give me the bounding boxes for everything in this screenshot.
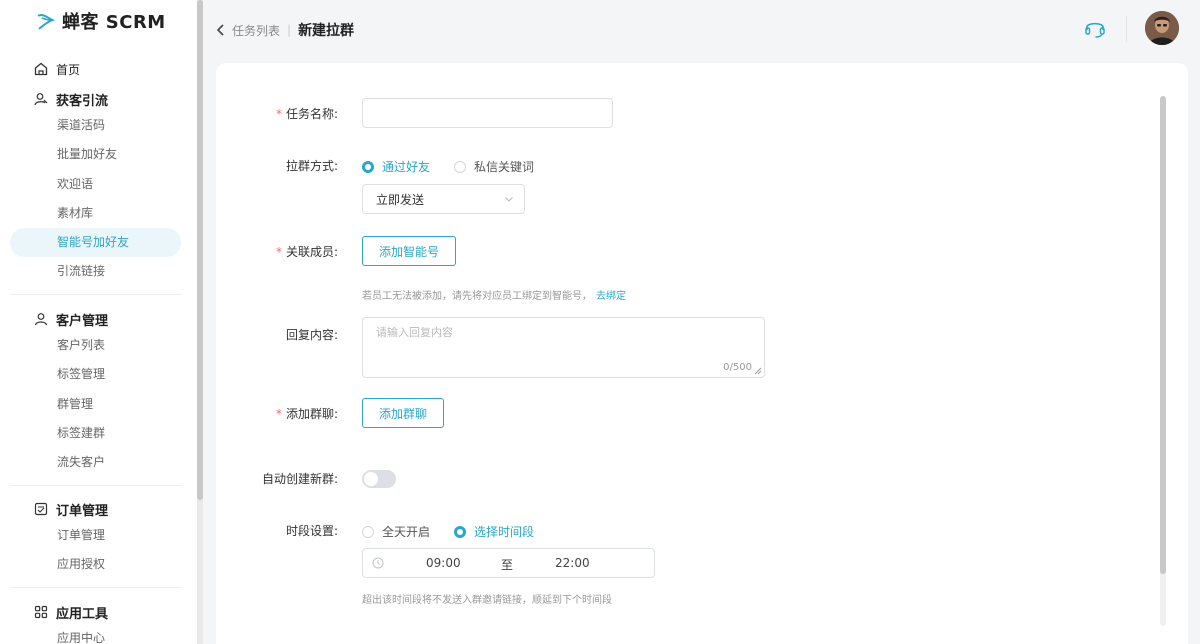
task-name-input[interactable] bbox=[362, 98, 613, 128]
sidebar-scrollbar[interactable] bbox=[197, 0, 203, 500]
members-hint: 若员工无法被添加，请先将对应员工绑定到智能号， 去绑定 bbox=[362, 291, 626, 302]
breadcrumb-parent[interactable]: 任务列表 bbox=[232, 22, 280, 39]
clock-icon bbox=[372, 557, 384, 569]
group-chat-label: * 添加群聊: bbox=[275, 407, 338, 421]
logo[interactable]: 蝉客 SCRM bbox=[36, 8, 166, 34]
radio-time-range[interactable]: 选择时间段 bbox=[454, 523, 534, 540]
members-label: * 关联成员: bbox=[275, 245, 338, 259]
radio-via-friend[interactable]: 通过好友 bbox=[362, 158, 430, 175]
sidebar-group-label: 客户管理 bbox=[56, 313, 109, 329]
sidebar-group-label: 获客引流 bbox=[56, 93, 109, 109]
chevron-left-icon[interactable] bbox=[215, 23, 227, 37]
end-time[interactable]: 22:00 bbox=[555, 556, 590, 570]
radio-all-day[interactable]: 全天开启 bbox=[362, 523, 430, 540]
radio-dot bbox=[454, 160, 466, 173]
breadcrumb-separator: | bbox=[287, 23, 292, 37]
content-scrollbar[interactable] bbox=[1160, 96, 1166, 574]
sidebar-item-smart-add-friends[interactable]: 智能号加好友 bbox=[10, 228, 181, 258]
logo-text: 蝉客 SCRM bbox=[62, 12, 166, 33]
radio-private-keyword[interactable]: 私信关键词 bbox=[454, 158, 534, 175]
char-counter: 0/500 bbox=[723, 362, 752, 373]
sidebar-group-customers[interactable]: 客户管理 bbox=[0, 308, 197, 330]
sidebar-item-tag-management[interactable]: 标签管理 bbox=[0, 360, 197, 389]
required-asterisk: * bbox=[275, 407, 282, 421]
home-icon bbox=[33, 62, 48, 77]
required-asterisk: * bbox=[275, 107, 282, 121]
sidebar-item-lost-customers[interactable]: 流失客户 bbox=[0, 448, 197, 477]
radio-label: 全天开启 bbox=[382, 525, 431, 539]
sidebar-item-app-center[interactable]: 应用中心 bbox=[0, 624, 197, 644]
radio-label: 通过好友 bbox=[382, 160, 431, 174]
customer-icon bbox=[33, 312, 48, 327]
reply-placeholder: 请输入回复内容 bbox=[376, 326, 453, 339]
add-smart-account-button[interactable]: 添加智能号 bbox=[362, 236, 456, 266]
start-time[interactable]: 09:00 bbox=[426, 556, 461, 570]
reply-textarea[interactable]: 请输入回复内容 0/500 bbox=[362, 317, 765, 378]
time-hint: 超出该时间段将不发送入群邀请链接，顺延到下个时间段 bbox=[362, 595, 612, 606]
toggle-knob bbox=[364, 472, 378, 486]
sidebar-item-welcome-msg[interactable]: 欢迎语 bbox=[0, 170, 197, 199]
sidebar-item-tag-group[interactable]: 标签建群 bbox=[0, 419, 197, 448]
required-asterisk: * bbox=[275, 245, 282, 259]
sidebar: 蝉客 SCRM 首页 获客引流 渠道活码 批量加好友 欢迎语 素材库 智能号加好… bbox=[0, 0, 197, 644]
method-label: 拉群方式: bbox=[285, 159, 338, 173]
person-search-icon bbox=[33, 92, 48, 107]
resize-grip-icon[interactable] bbox=[754, 367, 762, 375]
page-title: 新建拉群 bbox=[298, 23, 355, 39]
sidebar-group-acquisition[interactable]: 获客引流 bbox=[0, 88, 197, 110]
sidebar-item-app-authorization[interactable]: 应用授权 bbox=[0, 550, 197, 579]
bind-link[interactable]: 去绑定 bbox=[596, 291, 626, 302]
sidebar-group-label: 订单管理 bbox=[56, 503, 109, 519]
divider bbox=[1126, 16, 1127, 42]
divider bbox=[10, 485, 182, 486]
sidebar-item-batch-add-friends[interactable]: 批量加好友 bbox=[0, 140, 197, 169]
sidebar-item-material-library[interactable]: 素材库 bbox=[0, 199, 197, 228]
radio-label: 选择时间段 bbox=[474, 525, 535, 539]
sidebar-item-group-management[interactable]: 群管理 bbox=[0, 390, 197, 419]
send-mode-select[interactable]: 立即发送 bbox=[362, 184, 525, 214]
divider bbox=[10, 587, 182, 588]
divider bbox=[10, 294, 182, 295]
sidebar-group-tools[interactable]: 应用工具 bbox=[0, 601, 197, 623]
radio-dot bbox=[454, 525, 466, 538]
breadcrumb: 任务列表 | 新建拉群 bbox=[215, 20, 354, 40]
add-group-chat-button[interactable]: 添加群聊 bbox=[362, 398, 444, 428]
grid-icon bbox=[33, 605, 48, 620]
sidebar-item-traffic-link[interactable]: 引流链接 bbox=[0, 257, 197, 286]
radio-label: 私信关键词 bbox=[474, 160, 535, 174]
order-icon bbox=[33, 502, 48, 517]
chevron-down-icon bbox=[505, 197, 513, 202]
sidebar-group-orders[interactable]: 订单管理 bbox=[0, 498, 197, 520]
sidebar-item-order-management[interactable]: 订单管理 bbox=[0, 521, 197, 550]
top-bar: 任务列表 | 新建拉群 bbox=[203, 0, 1200, 58]
sidebar-item-home[interactable]: 首页 bbox=[0, 58, 197, 80]
task-name-label: * 任务名称: bbox=[275, 107, 338, 121]
sidebar-item-channel-qrcode[interactable]: 渠道活码 bbox=[0, 111, 197, 140]
radio-dot bbox=[362, 525, 374, 538]
sidebar-item-customer-list[interactable]: 客户列表 bbox=[0, 331, 197, 360]
sidebar-item-label: 首页 bbox=[56, 62, 81, 77]
sidebar-group-label: 应用工具 bbox=[56, 606, 109, 622]
auto-create-label: 自动创建新群: bbox=[261, 472, 338, 486]
radio-dot bbox=[362, 160, 374, 173]
headset-icon[interactable] bbox=[1083, 16, 1107, 40]
cicada-logo-icon bbox=[37, 14, 56, 30]
reply-label: 回复内容: bbox=[285, 328, 338, 342]
auto-create-toggle[interactable] bbox=[362, 470, 396, 488]
time-range-picker[interactable]: 09:00 至 22:00 bbox=[362, 548, 655, 578]
select-value: 立即发送 bbox=[376, 192, 425, 207]
time-label: 时段设置: bbox=[285, 524, 338, 538]
avatar[interactable] bbox=[1145, 11, 1179, 45]
range-separator: 至 bbox=[501, 558, 514, 572]
